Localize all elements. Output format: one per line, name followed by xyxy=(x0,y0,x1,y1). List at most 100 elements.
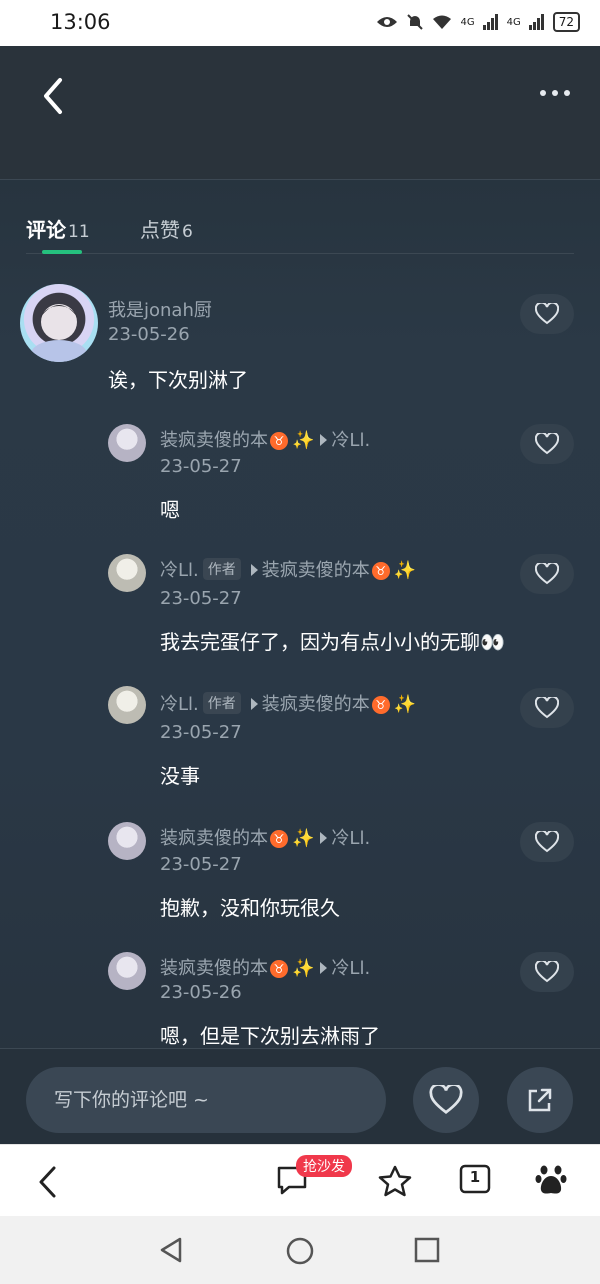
heart-icon xyxy=(535,433,559,455)
back-icon[interactable] xyxy=(36,1165,60,1199)
system-navigation-bar xyxy=(0,1216,600,1284)
active-tab-indicator xyxy=(42,250,82,254)
reply-text: 嗯 xyxy=(160,498,180,522)
signal-label-2: 4G xyxy=(506,16,521,28)
like-button[interactable] xyxy=(520,424,574,464)
avatar-top-comment[interactable] xyxy=(20,284,98,362)
reply-to-name[interactable]: 装疯卖傻的本 xyxy=(262,560,370,581)
reply-to-name[interactable]: 冷Ll. xyxy=(331,430,370,451)
signal-icon-2 xyxy=(528,14,544,30)
avatar-reply[interactable] xyxy=(108,686,146,724)
sparkle-icon: ✨ xyxy=(292,430,315,451)
taurus-badge-icon: ♉ xyxy=(270,960,288,978)
avatar-reply[interactable] xyxy=(108,424,146,462)
comment-date: 23-05-26 xyxy=(108,324,190,345)
tab-likes[interactable]: 点赞 6 xyxy=(140,214,193,243)
share-button[interactable] xyxy=(507,1067,573,1133)
avatar-figure-icon xyxy=(31,304,87,362)
reply-text: 我去完蛋仔了，因为有点小小的无聊👀 xyxy=(160,630,505,654)
sparkle-icon: ✨ xyxy=(292,958,315,979)
reply-date: 23-05-27 xyxy=(160,588,242,609)
tabs-icon[interactable]: 1 xyxy=(458,1163,492,1195)
sparkle-icon: ✨ xyxy=(393,560,417,581)
heart-icon xyxy=(535,831,559,853)
sparkle-icon: ✨ xyxy=(292,828,315,849)
nav-recents-icon[interactable] xyxy=(414,1237,440,1263)
reply-header: 冷Ll. 作者 装疯卖傻的本 ♉ ✨ xyxy=(160,690,416,716)
status-icons: 4G 4G 72 xyxy=(376,12,580,32)
tab-comments-label: 评论 xyxy=(26,218,66,242)
comment-text: 诶，下次别淋了 xyxy=(108,368,248,392)
reply-header: 装疯卖傻的本 ♉ ✨ 冷Ll. xyxy=(160,426,370,452)
wifi-icon xyxy=(433,15,452,29)
like-button[interactable] xyxy=(520,952,574,992)
like-button[interactable] xyxy=(520,294,574,334)
mute-bell-icon xyxy=(407,14,424,30)
comment-input-bar: 写下你的评论吧 ~ xyxy=(0,1048,600,1144)
signal-label-1: 4G xyxy=(460,16,475,28)
nav-back-icon[interactable] xyxy=(158,1236,184,1264)
avatar-reply[interactable] xyxy=(108,822,146,860)
heart-icon xyxy=(535,697,559,719)
like-button[interactable] xyxy=(520,554,574,594)
back-chevron-icon[interactable] xyxy=(40,76,68,116)
comment-input[interactable]: 写下你的评论吧 ~ xyxy=(26,1067,386,1133)
more-options-icon[interactable] xyxy=(540,90,570,96)
like-button[interactable] xyxy=(520,822,574,862)
reply-header: 装疯卖傻的本 ♉ ✨ 冷Ll. xyxy=(160,954,370,980)
taurus-badge-icon: ♉ xyxy=(371,696,390,714)
tab-comments[interactable]: 评论 11 xyxy=(26,214,90,243)
taurus-badge-icon: ♉ xyxy=(270,830,288,848)
signal-icon-1 xyxy=(482,14,498,30)
reply-author-name[interactable]: 装疯卖傻的本 xyxy=(160,828,268,849)
reply-text: 抱歉，没和你玩很久 xyxy=(160,896,340,920)
reply-to-name[interactable]: 冷Ll. xyxy=(331,828,370,849)
eye-icon xyxy=(377,17,398,27)
nav-home-icon[interactable] xyxy=(285,1236,315,1266)
reply-arrow-icon xyxy=(320,962,328,974)
reply-header: 装疯卖傻的本 ♉ ✨ 冷Ll. xyxy=(160,824,370,850)
reply-date: 23-05-27 xyxy=(160,722,242,743)
heart-icon xyxy=(535,563,559,585)
reply-author-name[interactable]: 装疯卖傻的本 xyxy=(160,430,268,451)
tab-bar: 评论 11 点赞 6 xyxy=(26,214,574,254)
taurus-badge-icon: ♉ xyxy=(371,562,390,580)
reply-author-name[interactable]: 冷Ll. xyxy=(160,560,199,581)
paw-icon[interactable] xyxy=(535,1163,567,1197)
battery-icon: 72 xyxy=(552,12,580,32)
tab-comments-count: 11 xyxy=(68,222,90,242)
tab-count: 1 xyxy=(469,1168,481,1186)
author-tag: 作者 xyxy=(202,558,241,580)
like-post-button[interactable] xyxy=(413,1067,479,1133)
reply-date: 23-05-27 xyxy=(160,854,242,875)
author-tag: 作者 xyxy=(202,692,241,714)
avatar-reply[interactable] xyxy=(108,952,146,990)
sparkle-icon: ✨ xyxy=(393,694,417,715)
reply-date: 23-05-27 xyxy=(160,456,242,477)
reply-date: 23-05-26 xyxy=(160,982,242,1003)
heart-icon xyxy=(429,1085,463,1114)
reply-text: 嗯，但是下次别去淋雨了 xyxy=(160,1024,380,1048)
reply-arrow-icon xyxy=(250,564,258,576)
reply-arrow-icon xyxy=(320,832,328,844)
reply-author-name[interactable]: 冷Ll. xyxy=(160,694,199,715)
reply-text: 没事 xyxy=(160,764,200,788)
taurus-badge-icon: ♉ xyxy=(270,432,288,450)
like-button[interactable] xyxy=(520,688,574,728)
reply-to-name[interactable]: 装疯卖傻的本 xyxy=(262,694,370,715)
heart-icon xyxy=(535,303,559,325)
browser-toolbar: 抢沙发 1 xyxy=(0,1144,600,1216)
reply-header: 冷Ll. 作者 装疯卖傻的本 ♉ ✨ xyxy=(160,556,416,582)
star-icon[interactable] xyxy=(378,1165,412,1197)
heart-icon xyxy=(535,961,559,983)
reply-arrow-icon xyxy=(250,698,258,710)
commenter-name[interactable]: 我是jonah厨 xyxy=(108,296,212,322)
tab-likes-label: 点赞 xyxy=(140,218,180,242)
comments-page: 评论 11 点赞 6 我是jonah厨 23-05-26 诶，下次别淋了 装疯卖傻的… xyxy=(0,46,600,1144)
avatar-reply[interactable] xyxy=(108,554,146,592)
status-bar: 13:06 4G 4G 72 xyxy=(0,0,600,46)
tab-likes-count: 6 xyxy=(182,222,193,242)
reply-to-name[interactable]: 冷Ll. xyxy=(331,958,370,979)
reply-arrow-icon xyxy=(320,434,328,446)
reply-author-name[interactable]: 装疯卖傻的本 xyxy=(160,958,268,979)
